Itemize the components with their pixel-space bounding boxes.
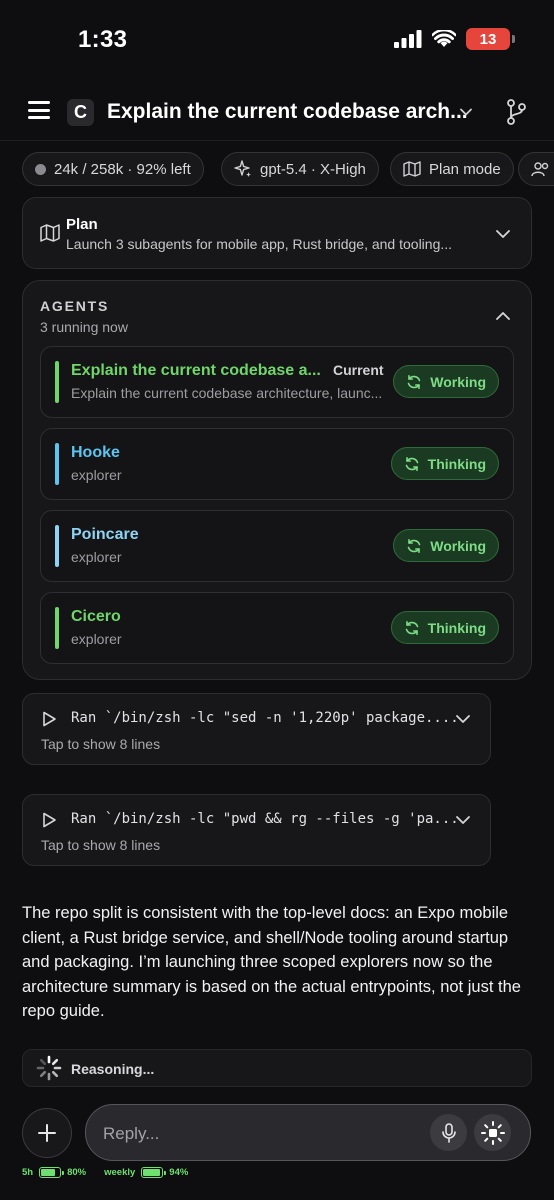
agent-row-hooke[interactable]: Hooke explorer Thinking [40, 428, 514, 500]
agent-status-label: Working [430, 373, 486, 390]
plus-icon [38, 1124, 56, 1142]
agents-title: AGENTS [40, 298, 110, 314]
battery-indicator: 13 [466, 28, 515, 50]
chevron-up-icon[interactable] [495, 308, 511, 324]
chevron-down-icon[interactable] [495, 226, 511, 242]
command-run-card[interactable]: Ran `/bin/zsh -lc "pwd && rg --files -g … [22, 794, 491, 866]
agent-row-current[interactable]: Explain the current codebase a... Curren… [40, 346, 514, 418]
status-time: 1:33 [78, 26, 128, 53]
agent-status-label: Thinking [427, 455, 486, 472]
add-attachment-button[interactable] [22, 1108, 72, 1158]
agent-color-bar [55, 607, 59, 649]
microphone-icon [441, 1122, 456, 1143]
play-icon [43, 812, 56, 828]
model-label: gpt-5.4 · X-High [260, 160, 366, 178]
menu-icon[interactable] [28, 101, 50, 119]
map-icon [40, 224, 60, 242]
agent-role: explorer [71, 467, 122, 483]
weekly-usage-percent: 94% [169, 1167, 189, 1178]
context-dot-icon [35, 163, 46, 175]
header-divider [0, 140, 554, 141]
model-chip[interactable]: gpt-5.4 · X-High [221, 152, 379, 186]
sparkle-icon [234, 160, 251, 177]
status-indicators: 13 [394, 28, 515, 50]
agent-role: explorer [71, 549, 122, 565]
spinner-icon [36, 1055, 62, 1081]
users-icon [531, 162, 549, 177]
plan-card[interactable] [22, 197, 532, 269]
plan-title: Plan [66, 216, 98, 233]
stop-loading-icon [480, 1120, 505, 1145]
agent-name: Cicero [71, 608, 121, 625]
agent-status-pill: Working [393, 529, 499, 562]
session-usage-label: 5h [22, 1167, 34, 1178]
session-battery-icon [39, 1167, 65, 1178]
play-icon [43, 711, 56, 727]
weekly-usage-label: weekly [104, 1167, 136, 1178]
session-battery-fill [41, 1169, 56, 1176]
cellular-signal-icon [394, 30, 422, 48]
context-usage-chip[interactable]: 24k / 258k · 92% left [22, 152, 204, 186]
chevron-down-icon[interactable] [455, 812, 471, 828]
agent-role: explorer [71, 631, 122, 647]
agent-name: Poincare [71, 526, 139, 543]
wifi-icon [432, 30, 456, 47]
agent-status-pill: Working [393, 365, 499, 398]
command-text: Ran `/bin/zsh -lc "pwd && rg --files -g … [71, 811, 459, 827]
context-usage-label: 24k / 258k · 92% left [54, 160, 191, 178]
agent-status-label: Working [430, 537, 486, 554]
chevron-down-icon[interactable] [458, 104, 474, 120]
current-tag: Current [333, 362, 384, 378]
refresh-icon [407, 538, 421, 553]
agent-color-bar [55, 361, 59, 403]
agent-status-pill: Thinking [390, 611, 499, 644]
command-text: Ran `/bin/zsh -lc "sed -n '1,220p' packa… [71, 710, 459, 726]
agent-role: Explain the current codebase architectur… [71, 385, 383, 401]
thread-title[interactable]: Explain the current codebase arch... [107, 100, 468, 124]
assistant-message: The repo split is consistent with the to… [22, 904, 521, 1020]
weekly-battery-fill [143, 1169, 161, 1176]
git-branch-icon[interactable] [505, 99, 527, 125]
command-subtitle: Tap to show 8 lines [41, 736, 161, 752]
agents-chip[interactable] [518, 152, 554, 186]
plan-subtitle: Launch 3 subagents for mobile app, Rust … [66, 236, 453, 252]
microphone-button[interactable] [430, 1114, 467, 1151]
map-icon [403, 161, 421, 177]
session-usage-percent: 80% [67, 1167, 87, 1178]
send-button[interactable] [474, 1114, 511, 1151]
agent-status-label: Thinking [427, 619, 486, 636]
agent-row-poincare[interactable]: Poincare explorer Working [40, 510, 514, 582]
command-subtitle: Tap to show 8 lines [41, 837, 161, 853]
agent-color-bar [55, 443, 59, 485]
plan-mode-chip[interactable]: Plan mode [390, 152, 514, 186]
reasoning-label: Reasoning... [71, 1061, 155, 1077]
agent-name: Explain the current codebase a... [71, 362, 321, 379]
refresh-icon [407, 374, 421, 389]
refresh-icon [405, 456, 418, 471]
usage-footer: 5h 80% weekly 94% [22, 1167, 188, 1178]
agent-color-bar [55, 525, 59, 567]
plan-mode-label: Plan mode [429, 160, 501, 178]
agent-row-cicero[interactable]: Cicero explorer Thinking [40, 592, 514, 664]
chevron-down-icon[interactable] [455, 711, 471, 727]
weekly-battery-icon [141, 1167, 167, 1178]
agent-status-pill: Thinking [390, 447, 499, 480]
agent-name: Hooke [71, 444, 120, 461]
command-run-card[interactable]: Ran `/bin/zsh -lc "sed -n '1,220p' packa… [22, 693, 491, 765]
refresh-icon [405, 620, 418, 635]
agents-subtitle: 3 running now [40, 319, 128, 335]
reply-placeholder[interactable]: Reply... [103, 1124, 159, 1144]
app-logo: C [67, 99, 94, 126]
